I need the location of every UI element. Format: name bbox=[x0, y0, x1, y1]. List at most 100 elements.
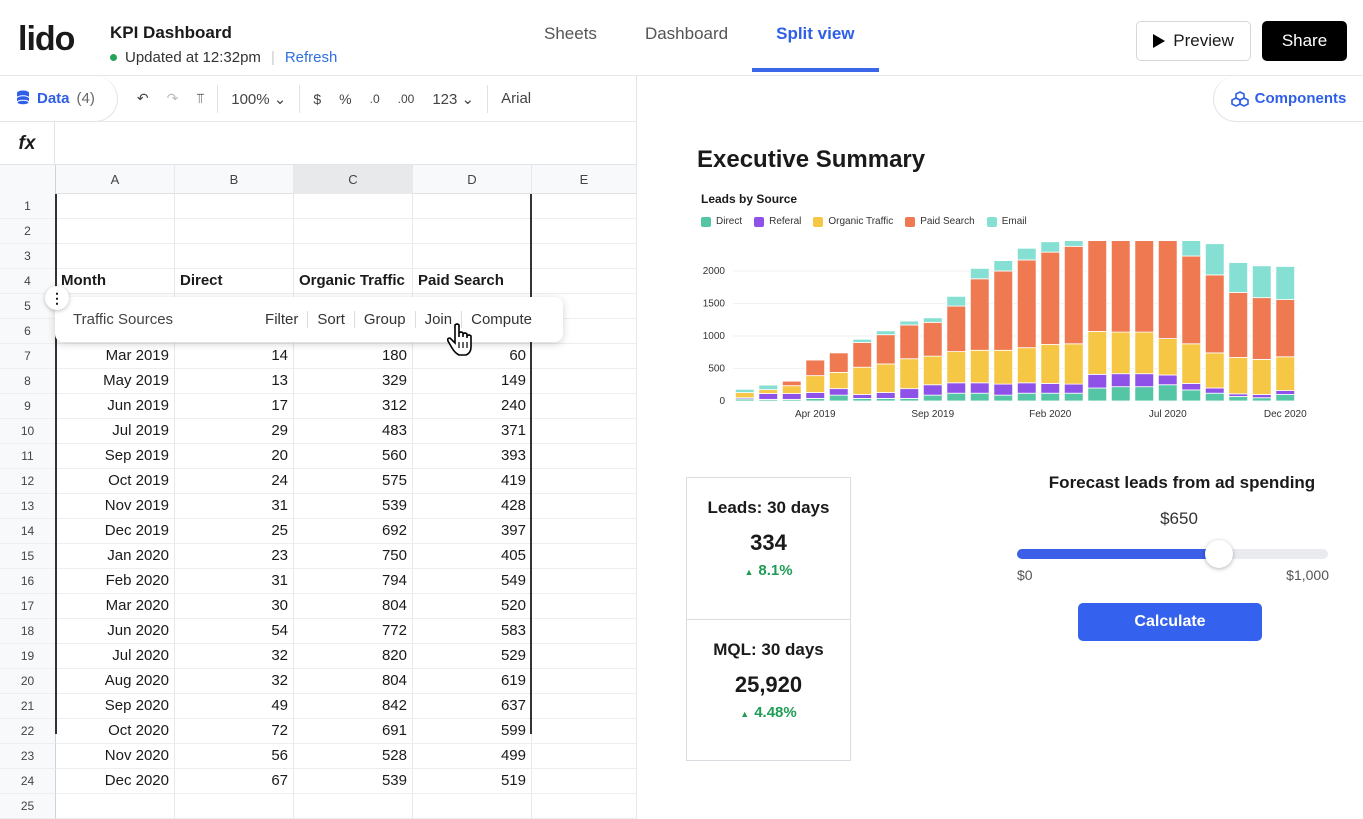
percent-format-button[interactable]: % bbox=[330, 91, 360, 107]
table-cell[interactable] bbox=[532, 394, 637, 419]
row-number[interactable]: 2 bbox=[0, 219, 56, 244]
corner-cell[interactable] bbox=[0, 165, 56, 194]
clear-format-icon[interactable]: ⫪ bbox=[187, 90, 213, 107]
table-cell[interactable]: 405 bbox=[413, 544, 532, 569]
table-cell[interactable]: 24 bbox=[175, 469, 294, 494]
table-cell[interactable]: 67 bbox=[175, 769, 294, 794]
table-cell[interactable] bbox=[294, 244, 413, 269]
table-cell[interactable]: 692 bbox=[294, 519, 413, 544]
table-cell[interactable]: Mar 2020 bbox=[56, 594, 175, 619]
table-cell[interactable] bbox=[175, 794, 294, 819]
redo-icon[interactable]: ↷ bbox=[158, 90, 188, 107]
table-cell[interactable] bbox=[413, 219, 532, 244]
table-cell[interactable]: 32 bbox=[175, 644, 294, 669]
share-button[interactable]: Share bbox=[1262, 21, 1347, 61]
table-cell[interactable]: 637 bbox=[413, 694, 532, 719]
table-cell[interactable]: 794 bbox=[294, 569, 413, 594]
table-cell[interactable]: 428 bbox=[413, 494, 532, 519]
table-cell[interactable]: Oct 2019 bbox=[56, 469, 175, 494]
row-number[interactable]: 12 bbox=[0, 469, 56, 494]
row-number[interactable]: 21 bbox=[0, 694, 56, 719]
number-format-select[interactable]: 123 ⌄ bbox=[423, 90, 483, 108]
row-number[interactable]: 10 bbox=[0, 419, 56, 444]
formula-input[interactable] bbox=[56, 122, 637, 165]
table-cell[interactable] bbox=[532, 194, 637, 219]
table-cell[interactable]: 72 bbox=[175, 719, 294, 744]
row-number[interactable]: 11 bbox=[0, 444, 56, 469]
row-number[interactable]: 22 bbox=[0, 719, 56, 744]
column-header-d[interactable]: D bbox=[413, 165, 532, 194]
table-cell[interactable]: 549 bbox=[413, 569, 532, 594]
table-cell[interactable]: 30 bbox=[175, 594, 294, 619]
components-button[interactable]: Components bbox=[1213, 76, 1363, 122]
table-cell[interactable] bbox=[532, 769, 637, 794]
data-sources-button[interactable]: Data (4) bbox=[0, 75, 118, 122]
table-cell[interactable] bbox=[532, 619, 637, 644]
table-cell[interactable]: Jul 2019 bbox=[56, 419, 175, 444]
legend-item[interactable]: Email bbox=[986, 216, 1027, 227]
table-cell[interactable]: 56 bbox=[175, 744, 294, 769]
decrease-decimal-button[interactable]: .0 bbox=[361, 92, 389, 106]
row-number[interactable]: 18 bbox=[0, 619, 56, 644]
column-header-a[interactable]: A bbox=[56, 165, 175, 194]
table-cell[interactable]: 32 bbox=[175, 669, 294, 694]
row-number[interactable]: 7 bbox=[0, 344, 56, 369]
row-number[interactable]: 19 bbox=[0, 644, 56, 669]
table-cell[interactable]: 149 bbox=[413, 369, 532, 394]
table-cell[interactable]: Oct 2020 bbox=[56, 719, 175, 744]
font-select[interactable]: Arial bbox=[492, 90, 540, 107]
row-number[interactable]: 17 bbox=[0, 594, 56, 619]
table-cell[interactable] bbox=[532, 644, 637, 669]
column-header-e[interactable]: E bbox=[532, 165, 637, 194]
tab-sheets[interactable]: Sheets bbox=[520, 0, 621, 72]
slider-thumb[interactable] bbox=[1205, 540, 1234, 568]
table-cell[interactable]: Dec 2020 bbox=[56, 769, 175, 794]
table-cell[interactable] bbox=[532, 544, 637, 569]
table-cell[interactable]: 397 bbox=[413, 519, 532, 544]
table-cell[interactable]: 539 bbox=[294, 769, 413, 794]
row-number[interactable]: 9 bbox=[0, 394, 56, 419]
tab-dashboard[interactable]: Dashboard bbox=[621, 0, 752, 72]
table-cell[interactable]: 31 bbox=[175, 569, 294, 594]
table-cell[interactable]: 483 bbox=[294, 419, 413, 444]
table-cell[interactable] bbox=[532, 219, 637, 244]
table-cell[interactable] bbox=[532, 519, 637, 544]
table-cell[interactable]: Sep 2020 bbox=[56, 694, 175, 719]
table-cell[interactable]: 691 bbox=[294, 719, 413, 744]
row-number[interactable]: 25 bbox=[0, 794, 56, 819]
row-number[interactable]: 20 bbox=[0, 669, 56, 694]
table-header-cell[interactable]: Direct bbox=[175, 269, 294, 294]
table-cell[interactable]: 560 bbox=[294, 444, 413, 469]
table-header-cell[interactable]: Month bbox=[56, 269, 175, 294]
table-cell[interactable] bbox=[532, 444, 637, 469]
row-number[interactable]: 24 bbox=[0, 769, 56, 794]
table-cell[interactable] bbox=[413, 794, 532, 819]
table-cell[interactable]: Aug 2020 bbox=[56, 669, 175, 694]
table-cell[interactable] bbox=[532, 669, 637, 694]
table-cell[interactable] bbox=[56, 194, 175, 219]
table-cell[interactable] bbox=[532, 694, 637, 719]
row-number[interactable]: 3 bbox=[0, 244, 56, 269]
table-cell[interactable]: 54 bbox=[175, 619, 294, 644]
row-number[interactable]: 13 bbox=[0, 494, 56, 519]
table-cell[interactable]: 312 bbox=[294, 394, 413, 419]
table-cell[interactable]: Nov 2020 bbox=[56, 744, 175, 769]
currency-format-button[interactable]: $ bbox=[304, 91, 330, 107]
filter-button[interactable]: Filter bbox=[256, 311, 307, 328]
ad-spend-slider[interactable] bbox=[1017, 540, 1328, 568]
table-cell[interactable]: Feb 2020 bbox=[56, 569, 175, 594]
table-cell[interactable] bbox=[56, 794, 175, 819]
table-cell[interactable]: Dec 2019 bbox=[56, 519, 175, 544]
row-number[interactable]: 6 bbox=[0, 319, 56, 344]
table-cell[interactable]: 539 bbox=[294, 494, 413, 519]
table-header-cell[interactable]: Paid Search bbox=[413, 269, 532, 294]
table-cell[interactable]: 519 bbox=[413, 769, 532, 794]
table-header-cell[interactable]: Organic Traffic bbox=[294, 269, 413, 294]
table-cell[interactable]: 583 bbox=[413, 619, 532, 644]
table-cell[interactable] bbox=[532, 594, 637, 619]
undo-icon[interactable]: ↶ bbox=[128, 90, 158, 107]
table-cell[interactable] bbox=[532, 419, 637, 444]
table-cell[interactable]: 371 bbox=[413, 419, 532, 444]
table-cell[interactable]: Sep 2019 bbox=[56, 444, 175, 469]
legend-item[interactable]: Referal bbox=[754, 216, 801, 227]
